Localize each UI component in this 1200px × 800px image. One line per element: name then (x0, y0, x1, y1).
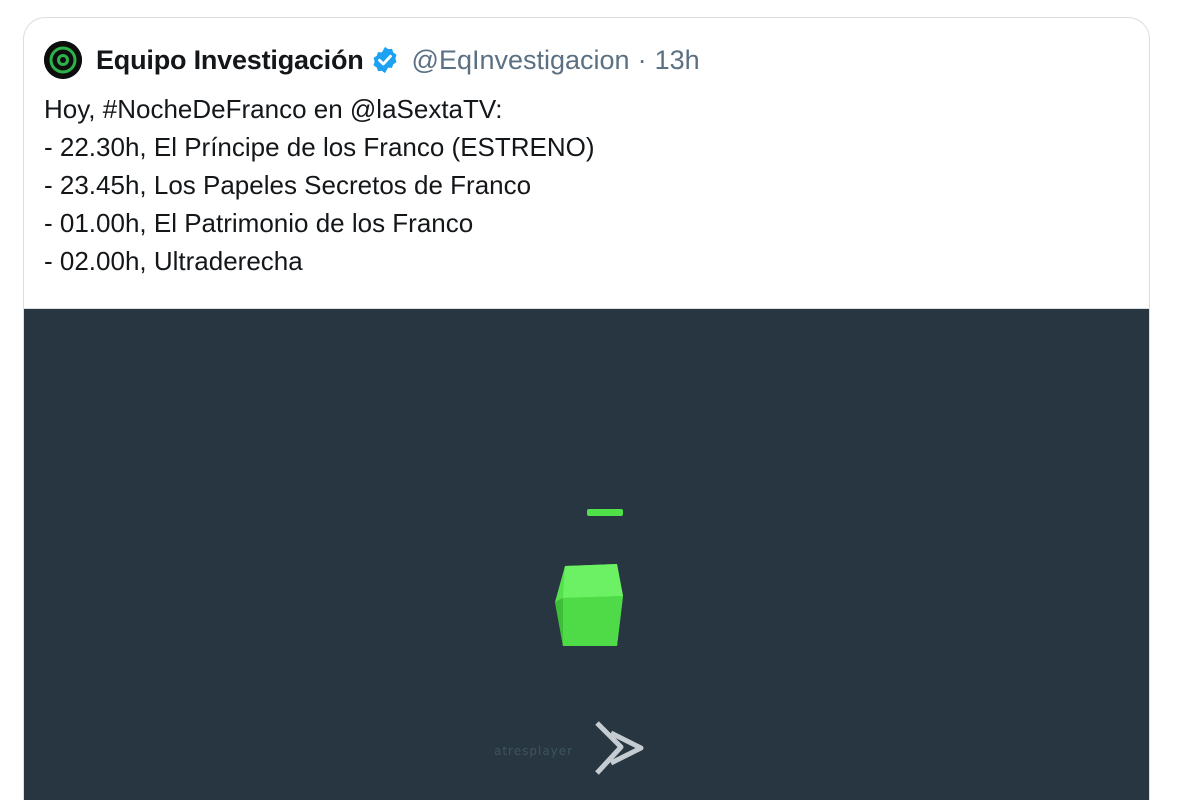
separator-dot: · (637, 44, 647, 75)
display-name[interactable]: Equipo Investigación (96, 45, 364, 76)
user-handle[interactable]: @EqInvestigacion (412, 45, 630, 76)
tweet-text-line: Hoy, #NocheDeFranco en @laSextaTV: (44, 94, 503, 124)
verified-badge-icon (370, 45, 400, 75)
player-name: atresplayer (494, 743, 574, 758)
embedded-tweet-card[interactable]: Equipo Investigación @EqInvestigacion · … (23, 17, 1150, 800)
player-brand: atresplayer (494, 719, 647, 782)
tweet-text: Hoy, #NocheDeFranco en @laSextaTV: - 22.… (44, 90, 595, 280)
tweet-header: Equipo Investigación @EqInvestigacion · … (44, 40, 700, 80)
page: Equipo Investigación @EqInvestigacion · … (0, 0, 1200, 800)
loading-cube-icon (553, 562, 625, 653)
loading-dash-icon (587, 509, 623, 516)
tweet-text-line: - 22.30h, El Príncipe de los Franco (EST… (44, 132, 595, 162)
video-player[interactable]: atresplayer (24, 308, 1149, 800)
tweet-text-line: - 02.00h, Ultraderecha (44, 246, 303, 276)
avatar-icon[interactable] (44, 41, 82, 79)
tweet-timestamp[interactable]: 13h (655, 45, 700, 76)
tweet-text-line: - 23.45h, Los Papeles Secretos de Franco (44, 170, 532, 200)
atresplayer-chevron-icon (591, 719, 647, 782)
tweet-text-line: - 01.00h, El Patrimonio de los Franco (44, 208, 474, 238)
